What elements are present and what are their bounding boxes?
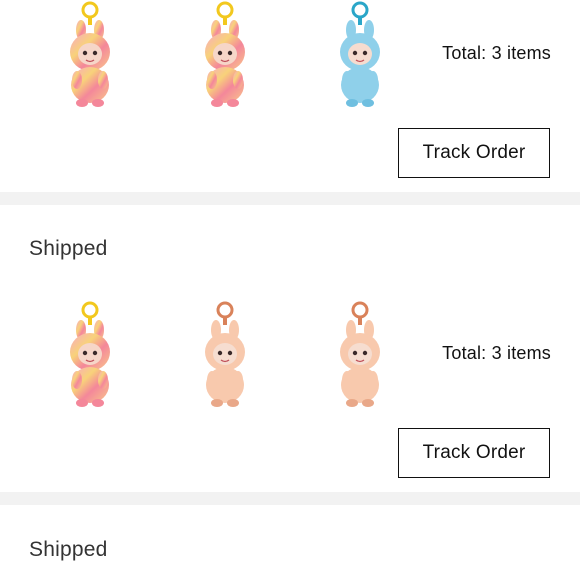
order-total-label: Total: 3 items	[442, 43, 551, 63]
order-status-label: Shipped	[29, 237, 108, 260]
order-separator	[0, 192, 580, 205]
track-order-button[interactable]: Track Order	[398, 128, 550, 178]
order-total-label: Total: 3 items	[442, 343, 551, 363]
pink-rainbow-bunny-plush-keychain-icon[interactable]	[190, 0, 260, 110]
peach-bunny-plush-keychain-icon[interactable]	[190, 300, 260, 410]
order-status-label: Shipped	[29, 538, 108, 561]
track-order-button[interactable]: Track Order	[398, 428, 550, 478]
order-separator	[0, 492, 580, 505]
order-items-row[interactable]: Total: 3 items	[0, 0, 580, 110]
orders-list: Total: 3 items Track Order Shipped Total…	[0, 0, 580, 580]
pink-rainbow-bunny-plush-keychain-icon[interactable]	[55, 300, 125, 410]
peach-bunny-plush-keychain-icon[interactable]	[325, 300, 395, 410]
blue-bunny-plush-keychain-icon[interactable]	[325, 0, 395, 110]
pink-rainbow-bunny-plush-keychain-icon[interactable]	[55, 0, 125, 110]
order-items-row[interactable]: Total: 3 items	[0, 300, 580, 410]
